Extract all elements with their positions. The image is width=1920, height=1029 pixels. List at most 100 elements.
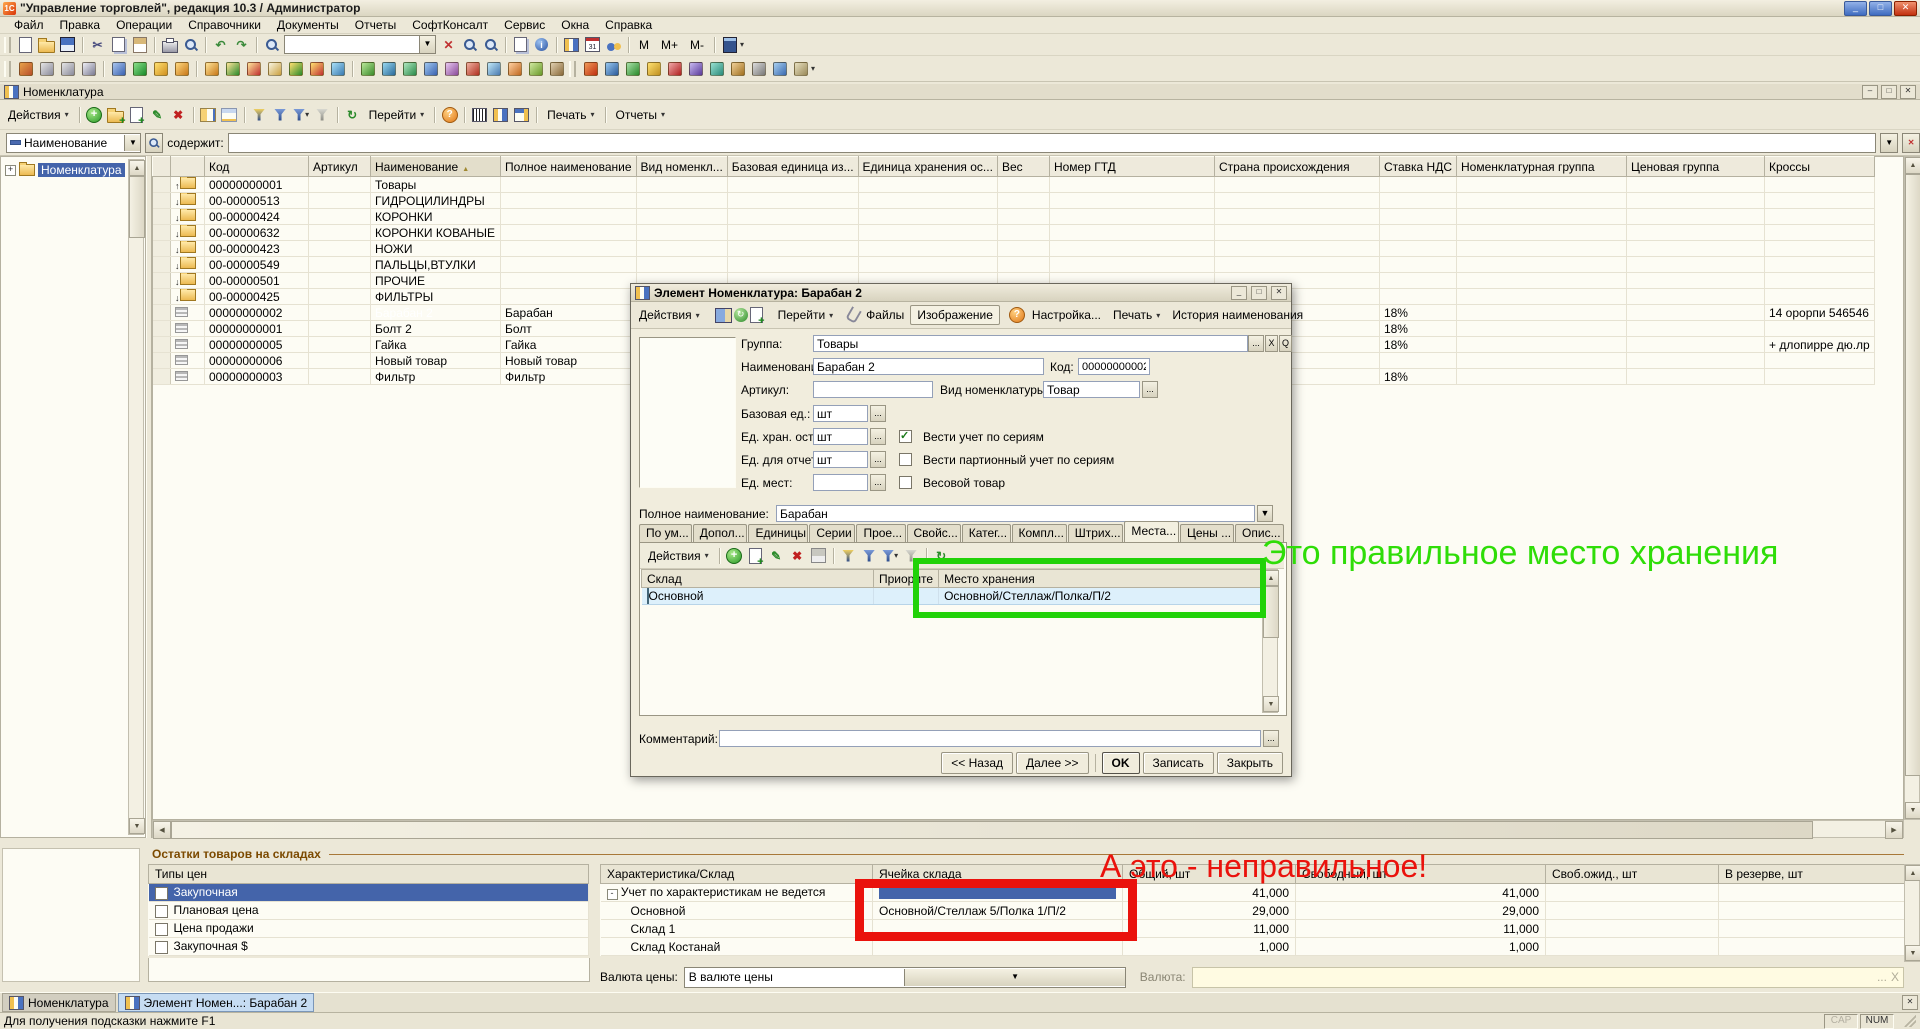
supplier-invoice-icon[interactable] — [265, 59, 284, 78]
comment-input[interactable] — [719, 730, 1261, 747]
full-name-cell[interactable] — [501, 273, 637, 289]
vat-cell[interactable] — [1379, 209, 1456, 225]
menu-item-Правка[interactable]: Правка — [52, 17, 109, 33]
taskbar-close-icon[interactable]: ✕ — [1902, 995, 1918, 1010]
price-type-row[interactable]: Цена продажи — [149, 920, 589, 938]
code-cell[interactable]: 00000000001 — [205, 321, 309, 337]
price-type-row[interactable]: Закупочная $ — [149, 938, 589, 956]
tab-Серии[interactable]: Серии — [809, 524, 855, 542]
print-form-icon[interactable] — [58, 59, 77, 78]
table-row[interactable]: ↓00-00000424КОРОНКИ — [153, 209, 1875, 225]
code-cell[interactable]: 00000000002 — [205, 305, 309, 321]
menu-item-Операции[interactable]: Операции — [108, 17, 180, 33]
table-row[interactable]: ↓00-00000423НОЖИ — [153, 241, 1875, 257]
article-cell[interactable] — [309, 321, 371, 337]
empty-cell[interactable] — [636, 257, 727, 273]
cross-cell[interactable] — [1765, 257, 1875, 273]
weight-checkbox[interactable] — [899, 476, 912, 489]
article-cell[interactable] — [309, 193, 371, 209]
article-cell[interactable] — [309, 177, 371, 193]
empty-cell[interactable] — [1457, 337, 1627, 353]
group-clear-button[interactable]: X — [1265, 335, 1278, 352]
inventory-icon[interactable] — [442, 59, 461, 78]
row-marker-cell[interactable] — [153, 177, 171, 193]
vat-cell[interactable] — [1379, 241, 1456, 257]
total-qty-cell[interactable]: 29,000 — [1123, 902, 1296, 920]
scroll-thumb[interactable] — [171, 821, 1813, 839]
code-cell[interactable]: 00-00000501 — [205, 273, 309, 289]
copy-fragment-icon[interactable] — [511, 35, 530, 54]
places-unit-select-button[interactable]: ... — [870, 474, 886, 491]
empty-cell[interactable] — [1627, 353, 1765, 369]
tab-Прое...[interactable]: Прое... — [856, 524, 905, 542]
places-unit-input[interactable] — [813, 474, 868, 491]
taskbar-tab-Элемент Номен...: Барабан 2[interactable]: Элемент Номен...: Барабан 2 — [118, 993, 315, 1012]
print-settings-icon[interactable] — [79, 59, 98, 78]
chevron-down-icon[interactable]: ▼ — [419, 36, 435, 53]
maximize-button[interactable]: □ — [1869, 1, 1892, 16]
code-cell[interactable]: 00-00000549 — [205, 257, 309, 273]
article-cell[interactable] — [309, 225, 371, 241]
table-row[interactable]: ↓00-00000513ГИДРОЦИЛИНДРЫ — [153, 193, 1875, 209]
scroll-thumb[interactable] — [1905, 174, 1920, 776]
clear-search-button[interactable]: ✕ — [1902, 133, 1920, 153]
column-header-Единица хранения ос...[interactable]: Единица хранения ос... — [858, 157, 997, 177]
stock-column-header-В резерве, шт[interactable]: В резерве, шт — [1719, 865, 1905, 884]
purchase-order-icon[interactable] — [202, 59, 221, 78]
undo-icon[interactable]: ↶ — [211, 35, 230, 54]
empty-cell[interactable] — [1627, 273, 1765, 289]
empty-cell[interactable] — [997, 241, 1049, 257]
free-qty-cell[interactable]: 1,000 — [1296, 938, 1546, 956]
empty-cell[interactable] — [727, 193, 858, 209]
help-icon[interactable]: ? — [440, 105, 459, 124]
column-header-Кроссы[interactable]: Кроссы — [1765, 157, 1875, 177]
empty-cell[interactable] — [1049, 177, 1214, 193]
row-marker-cell[interactable] — [153, 305, 171, 321]
paste-icon[interactable] — [130, 35, 149, 54]
copy-icon[interactable] — [109, 35, 128, 54]
empty-cell[interactable] — [1627, 241, 1765, 257]
files-button[interactable]: Файлы — [860, 306, 910, 324]
name-cell[interactable]: Фильтр — [371, 369, 501, 385]
child-close-button[interactable]: ✕ — [1900, 85, 1916, 99]
name-input[interactable] — [813, 358, 1044, 375]
barcode-icon[interactable] — [470, 105, 489, 124]
reserve-qty-cell[interactable] — [1719, 902, 1905, 920]
empty-cell[interactable] — [1627, 289, 1765, 305]
empty-cell[interactable] — [1457, 321, 1627, 337]
menu-item-Справочники[interactable]: Справочники — [180, 17, 269, 33]
toolbar-grip[interactable] — [4, 61, 11, 77]
empty-cell[interactable] — [1457, 193, 1627, 209]
search-go-button[interactable] — [145, 133, 163, 153]
full-name-cell[interactable] — [501, 225, 637, 241]
payment-out-icon[interactable] — [307, 59, 326, 78]
name-cell[interactable]: ГИДРОЦИЛИНДРЫ — [371, 193, 501, 209]
exchange-icon[interactable] — [770, 59, 789, 78]
code-cell[interactable]: 00-00000513 — [205, 193, 309, 209]
dialog-close-button[interactable]: ✕ — [1271, 286, 1287, 300]
price-type-row[interactable]: Закупочная — [149, 884, 589, 902]
goods-transfer-icon[interactable] — [421, 59, 440, 78]
code-cell[interactable]: 00000000005 — [205, 337, 309, 353]
service-icon[interactable] — [791, 59, 810, 78]
column-header-Код[interactable]: Код — [205, 157, 309, 177]
tab-Допол...[interactable]: Допол... — [693, 524, 748, 542]
vat-cell[interactable] — [1379, 289, 1456, 305]
cut-icon[interactable]: ✂ — [88, 35, 107, 54]
characteristic-cell[interactable]: Склад Костанай — [601, 938, 873, 956]
hierarchy-view-icon[interactable] — [199, 105, 218, 124]
edit-icon[interactable]: ✎ — [148, 105, 167, 124]
characteristic-cell[interactable]: Основной — [601, 902, 873, 920]
row-marker-cell[interactable] — [153, 369, 171, 385]
redo-icon[interactable]: ↷ — [232, 35, 251, 54]
copy-element-icon[interactable] — [750, 306, 763, 325]
empty-cell[interactable] — [636, 193, 727, 209]
settings-icon[interactable] — [749, 59, 768, 78]
full-name-cell[interactable]: Новый товар — [501, 353, 637, 369]
delete-icon[interactable]: ✖ — [169, 105, 188, 124]
full-name-cell[interactable] — [501, 241, 637, 257]
name-cell[interactable]: КОРОНКИ КОВАНЫЕ — [371, 225, 501, 241]
article-cell[interactable] — [309, 241, 371, 257]
cross-cell[interactable] — [1765, 225, 1875, 241]
article-cell[interactable] — [309, 257, 371, 273]
